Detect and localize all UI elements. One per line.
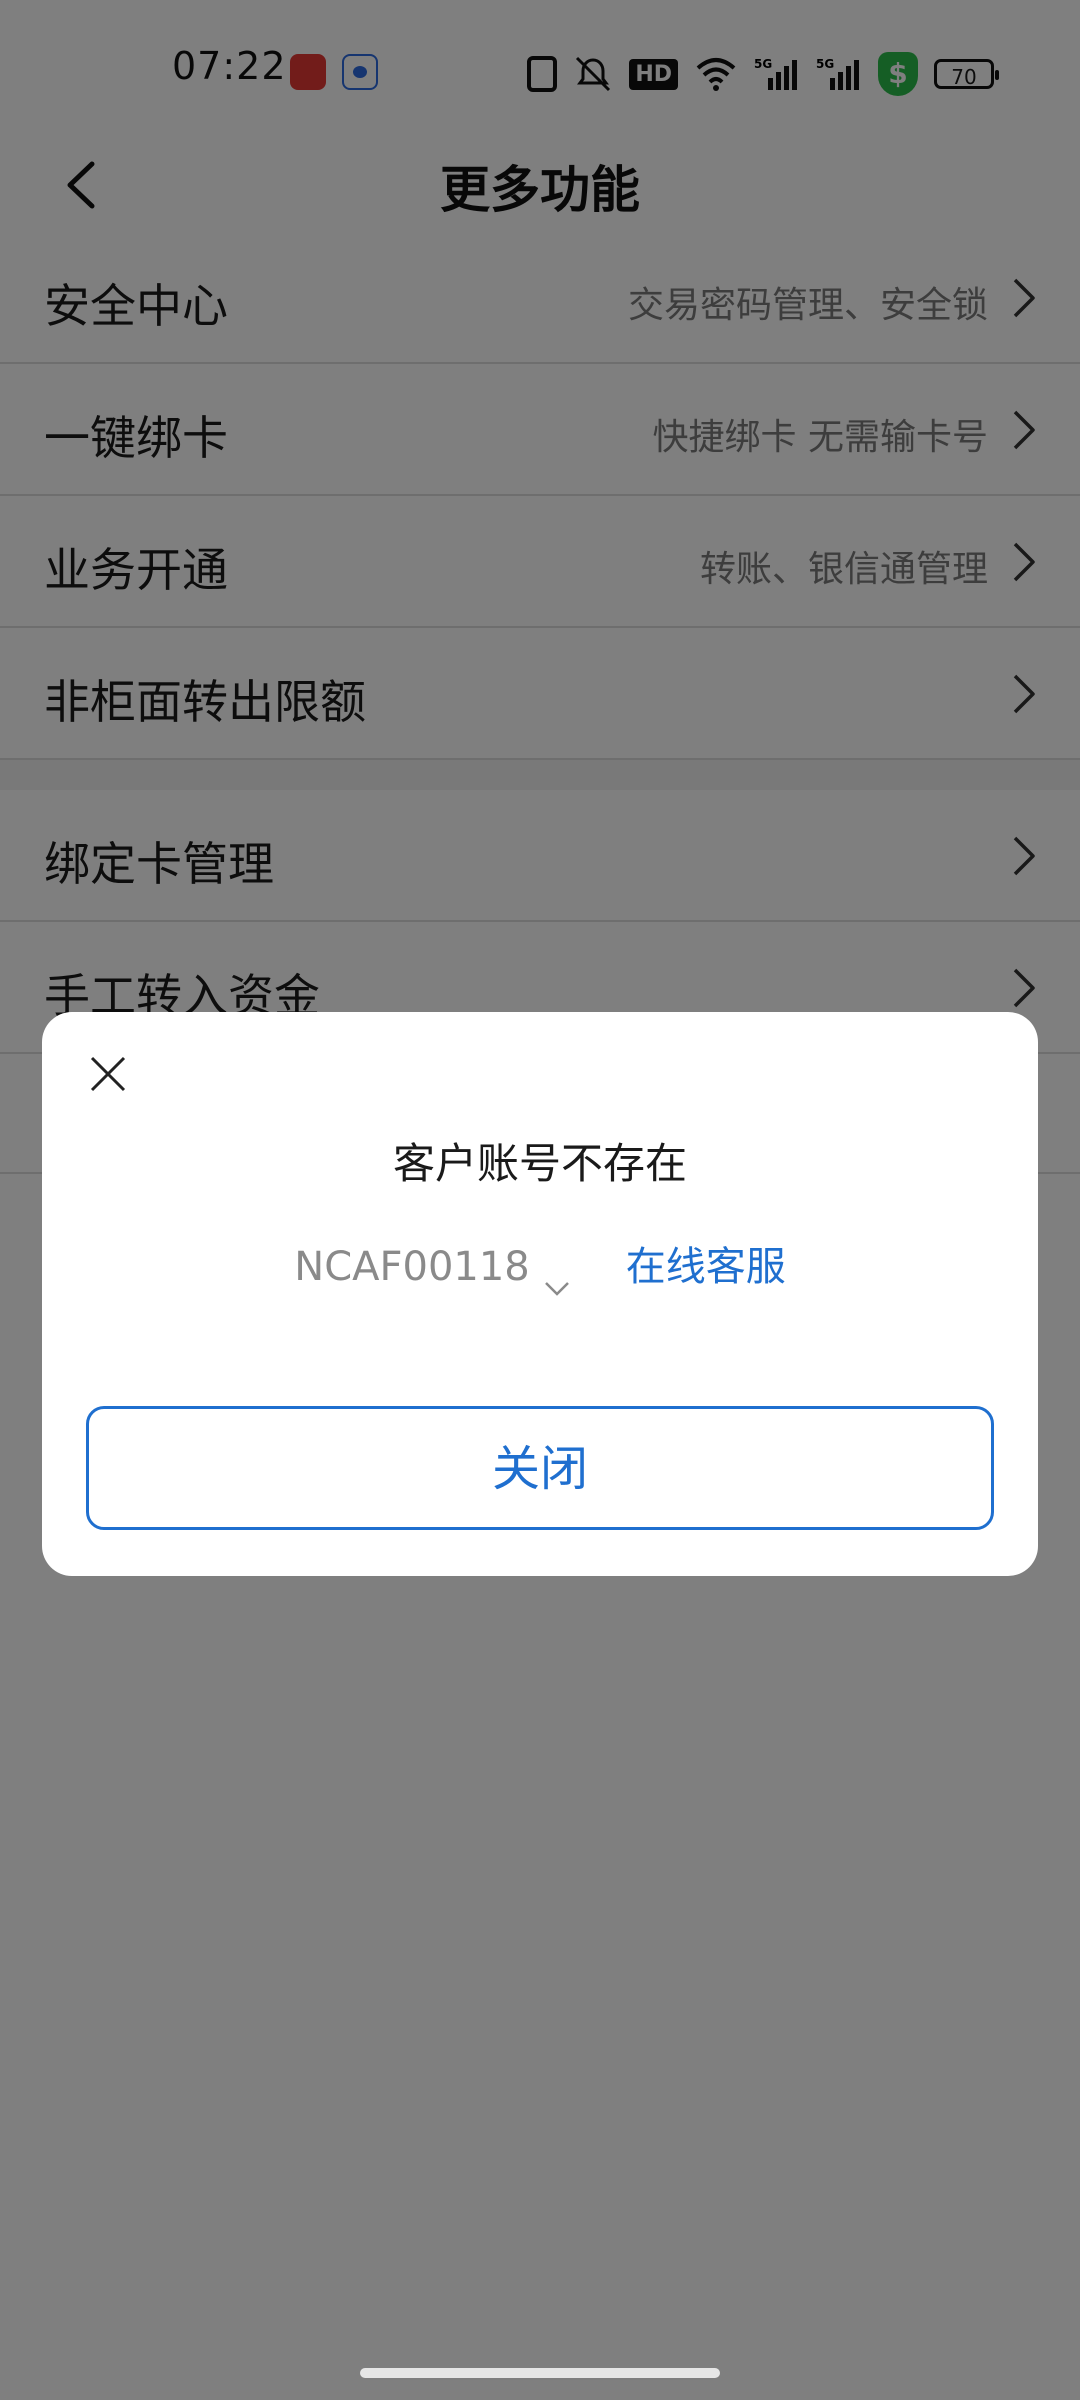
online-service-link[interactable]: 在线客服 bbox=[626, 1244, 786, 1290]
dialog-message: 客户账号不存在 bbox=[392, 1139, 687, 1188]
home-indicator[interactable] bbox=[360, 2368, 720, 2378]
error-code[interactable]: NCAF00118 bbox=[294, 1244, 529, 1290]
close-button[interactable]: 关闭 bbox=[86, 1406, 994, 1530]
chevron-down-icon[interactable] bbox=[544, 1261, 570, 1296]
error-code-row: NCAF00118 在线客服 bbox=[42, 1234, 1038, 1296]
error-dialog: 客户账号不存在 NCAF00118 在线客服 关闭 bbox=[42, 1012, 1038, 1576]
close-icon[interactable] bbox=[88, 1054, 128, 1094]
